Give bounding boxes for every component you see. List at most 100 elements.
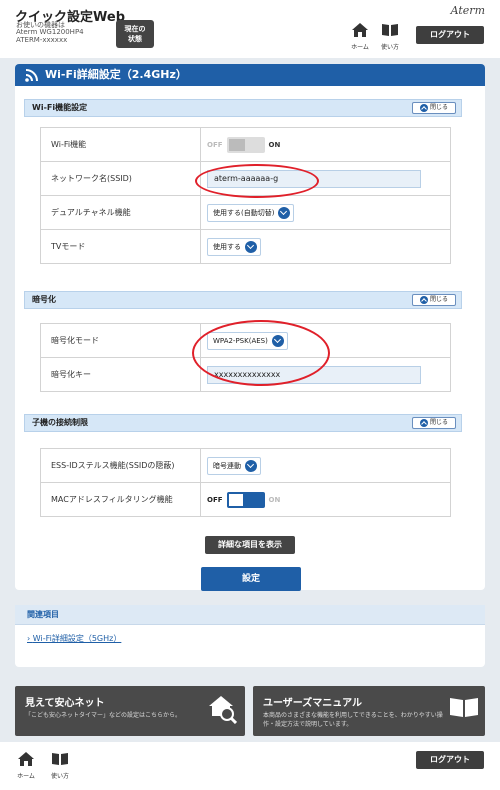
table-row: TVモード 使用する: [40, 229, 451, 264]
section-title-encryption: 暗号化: [32, 295, 56, 304]
ssid-label: ネットワーク名(SSID): [40, 161, 201, 196]
table-row: MACアドレスフィルタリング機能 OFF ON: [40, 482, 451, 517]
show-advanced-button[interactable]: 詳細な項目を表示: [205, 536, 295, 554]
enc-key-input[interactable]: xxxxxxxxxxxxxx: [207, 365, 421, 384]
footer-home-label: ホーム: [17, 773, 35, 780]
toggle-off-label: OFF: [207, 495, 223, 504]
banner-users-manual[interactable]: ユーザーズマニュアル 本商品のさまざまな機能を利用してできることを、わかりやすい…: [253, 686, 485, 736]
chevron-up-icon: [419, 103, 428, 112]
home-icon: [352, 23, 368, 37]
related-link-text: Wi-Fi詳細設定（5GHz）: [32, 634, 122, 643]
enc-mode-label: 暗号化モード: [40, 323, 201, 358]
table-row: ネットワーク名(SSID) aterm-aaaaaa-g: [40, 161, 451, 196]
help-button[interactable]: 使い方: [379, 22, 401, 51]
dual-channel-value: 使用する(自動切替): [213, 208, 275, 217]
toggle-on-label: ON: [268, 140, 281, 149]
help-label: 使い方: [380, 44, 399, 51]
mac-filter-toggle[interactable]: OFF ON: [207, 491, 281, 508]
banner-right-desc-line2: 作・設定方法で説明しています。: [263, 721, 353, 728]
enc-mode-select[interactable]: WPA2-PSK(AES): [207, 331, 288, 350]
page-title: Wi-Fi詳細設定（2.4GHz）: [45, 68, 187, 81]
client-limit-table: ESS-IDステルス機能(SSIDの隠蔽) 暗号連動 MACアドレスフィルタリン…: [40, 448, 451, 517]
mac-filter-label: MACアドレスフィルタリング機能: [40, 482, 201, 517]
stealth-select[interactable]: 暗号連動: [207, 456, 261, 475]
footer-home-button[interactable]: ホーム: [15, 751, 37, 780]
home-button[interactable]: ホーム: [349, 22, 371, 51]
chevron-down-icon: [271, 334, 284, 347]
page-title-bar: Wi-Fi詳細設定（2.4GHz）: [15, 64, 485, 86]
book-icon: [382, 24, 398, 36]
table-row: 暗号化キー xxxxxxxxxxxxxx: [40, 357, 451, 392]
tv-mode-value: 使用する: [213, 242, 241, 251]
table-row: ESS-IDステルス機能(SSIDの隠蔽) 暗号連動: [40, 448, 451, 483]
enc-key-label: 暗号化キー: [40, 357, 201, 392]
banner-right-desc-line1: 本商品のさまざまな機能を利用してできることを、わかりやすい操: [263, 712, 443, 719]
footer-help-button[interactable]: 使い方: [49, 751, 71, 780]
table-row: Wi-Fi機能 OFF ON: [40, 127, 451, 162]
book-icon: [52, 753, 68, 765]
collapse-label: 閉じる: [429, 419, 448, 426]
footer: ホーム 使い方 ログアウト: [0, 742, 500, 790]
tv-mode-select[interactable]: 使用する: [207, 237, 261, 256]
collapse-label: 閉じる: [429, 104, 448, 111]
enc-key-cell: xxxxxxxxxxxxxx: [200, 357, 451, 392]
banner-left-desc: 「こども安心ネットタイマー」などの設定はこちらから。: [25, 712, 182, 719]
open-book-icon: [450, 698, 478, 717]
wifi-function-toggle[interactable]: OFF ON: [207, 136, 281, 153]
section-head-client-limit: 子機の接続制限 閉じる: [24, 414, 462, 432]
chevron-up-icon: [419, 418, 428, 427]
apply-button[interactable]: 設定: [201, 567, 301, 591]
toggle-off-label: OFF: [207, 140, 223, 149]
home-search-icon: [209, 696, 237, 724]
header: クイック設定Web お使いの機器は Aterm WG1200HP4 ATERM-…: [0, 0, 500, 58]
enc-mode-cell: WPA2-PSK(AES): [200, 323, 451, 358]
chevron-down-icon: [245, 459, 257, 472]
wifi-function-cell: OFF ON: [200, 127, 451, 162]
section-title-client-limit: 子機の接続制限: [32, 418, 88, 427]
current-status-button[interactable]: 現在の 状態: [116, 20, 154, 48]
collapse-button-wifi[interactable]: 閉じる: [412, 102, 456, 114]
toggle-on-label: ON: [268, 495, 281, 504]
mac-filter-cell: OFF ON: [200, 482, 451, 517]
table-row: 暗号化モード WPA2-PSK(AES): [40, 323, 451, 358]
encryption-settings-table: 暗号化モード WPA2-PSK(AES) 暗号化キー xxxxxxxxxxxxx…: [40, 323, 451, 392]
banner-right-title: ユーザーズマニュアル: [263, 698, 362, 709]
footer-logout-button[interactable]: ログアウト: [416, 751, 484, 769]
related-link-5ghz[interactable]: › Wi-Fi詳細設定（5GHz）: [27, 633, 121, 644]
home-icon: [18, 752, 34, 766]
chevron-down-icon: [245, 240, 257, 253]
toggle-knob: [228, 493, 243, 506]
logout-button[interactable]: ログアウト: [416, 26, 484, 44]
toggle-knob: [228, 138, 245, 151]
collapse-button-encryption[interactable]: 閉じる: [412, 294, 456, 306]
banner-right-desc: 本商品のさまざまな機能を利用してできることを、わかりやすい操 作・設定方法で説明…: [263, 711, 443, 729]
stealth-label: ESS-IDステルス機能(SSIDの隠蔽): [40, 448, 201, 483]
wifi-icon: [25, 69, 38, 82]
related-title: 関連項目: [15, 605, 485, 625]
wifi-function-label: Wi-Fi機能: [40, 127, 201, 162]
tv-mode-label: TVモード: [40, 229, 201, 264]
banner-left-title: 見えて安心ネット: [25, 698, 105, 709]
dual-channel-select[interactable]: 使用する(自動切替): [207, 203, 295, 222]
section-head-wifi: Wi-Fi機能設定 閉じる: [24, 99, 462, 117]
brand-logo: Aterm: [450, 4, 485, 17]
dual-channel-cell: 使用する(自動切替): [200, 195, 451, 230]
stealth-value: 暗号連動: [213, 461, 241, 470]
chevron-up-icon: [419, 295, 428, 304]
status-button-line1: 現在の: [124, 25, 146, 33]
stealth-cell: 暗号連動: [200, 448, 451, 483]
device-model: Aterm WG1200HP4: [16, 28, 84, 36]
device-id: ATERM-xxxxxx: [16, 36, 68, 44]
ssid-cell: aterm-aaaaaa-g: [200, 161, 451, 196]
banner-mieru-anshin[interactable]: 見えて安心ネット 「こども安心ネットタイマー」などの設定はこちらから。: [15, 686, 245, 736]
footer-help-label: 使い方: [50, 773, 69, 780]
toggle-track: [226, 136, 265, 153]
chevron-down-icon: [278, 206, 291, 219]
home-label: ホーム: [351, 44, 369, 51]
collapse-button-client-limit[interactable]: 閉じる: [412, 417, 456, 429]
ssid-input[interactable]: aterm-aaaaaa-g: [207, 169, 421, 188]
collapse-label: 閉じる: [429, 296, 448, 303]
section-title-wifi: Wi-Fi機能設定: [32, 103, 88, 112]
tv-mode-cell: 使用する: [200, 229, 451, 264]
wifi-settings-table: Wi-Fi機能 OFF ON ネットワーク名(SSID) aterm-aaaaa…: [40, 127, 451, 264]
